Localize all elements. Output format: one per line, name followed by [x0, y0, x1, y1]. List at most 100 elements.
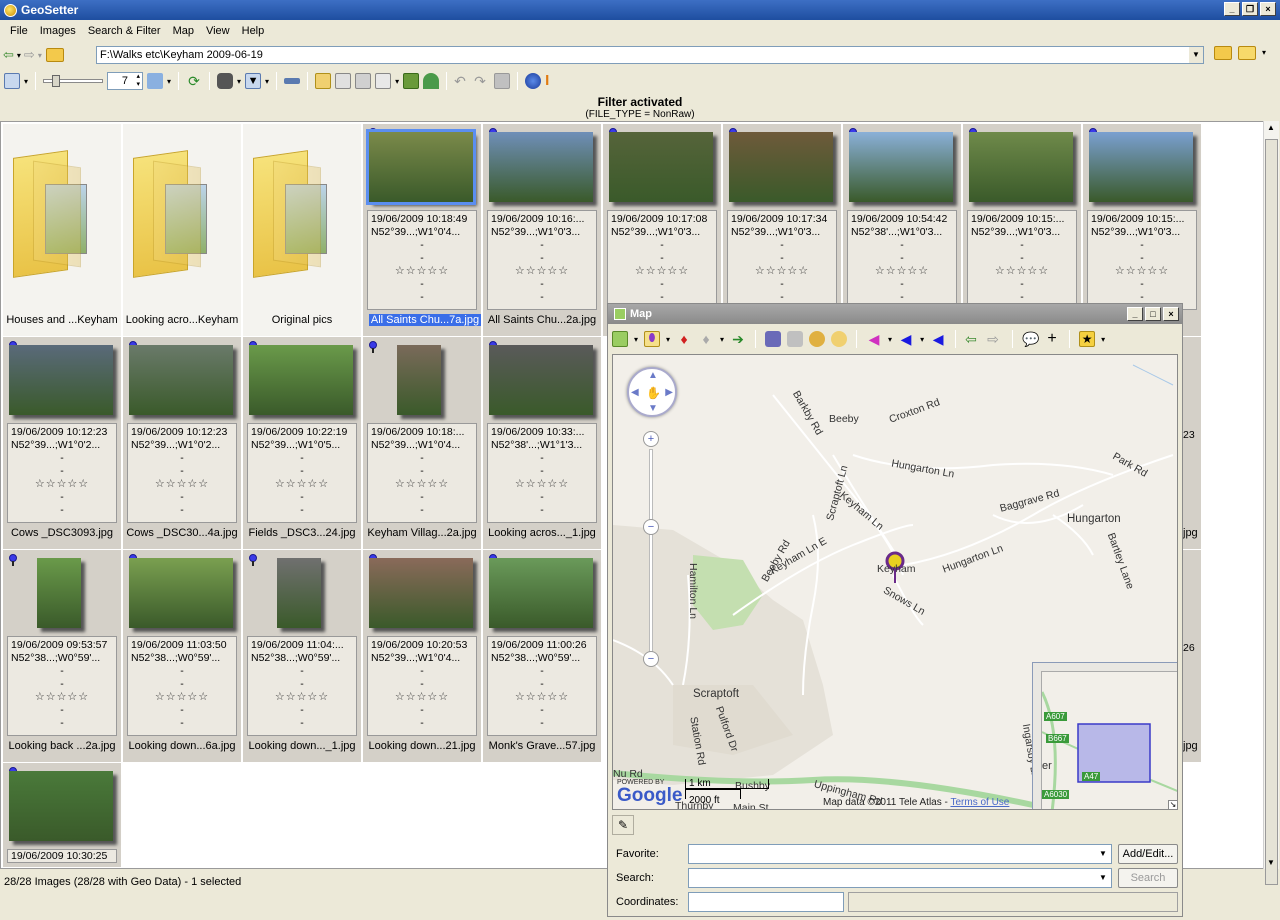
scrollbar-thumb[interactable]	[1265, 139, 1278, 885]
path-dropdown-icon[interactable]: ▼	[1189, 47, 1203, 63]
folder-thumbnail[interactable]: Houses and ...Keyham	[3, 124, 121, 336]
paste-icon[interactable]	[355, 73, 372, 89]
minimize-button[interactable]: _	[1224, 2, 1240, 16]
rating-stars[interactable]: ☆☆☆☆☆	[371, 478, 473, 491]
folder-favorite-icon[interactable]	[1238, 46, 1256, 60]
zoom-out-button[interactable]: −	[643, 651, 659, 667]
globe-icon[interactable]	[525, 73, 542, 89]
info-icon[interactable]: I	[545, 73, 561, 89]
minimap-canvas[interactable]: A607 B667 A47 A6030 er	[1041, 671, 1177, 809]
map-type-dropdown-icon[interactable]: ▾	[634, 335, 638, 344]
blue-flag-icon[interactable]: ◀	[898, 331, 914, 347]
folder-open-icon[interactable]	[1214, 46, 1232, 60]
favorite-star-icon[interactable]: ★	[1079, 331, 1096, 347]
menu-images[interactable]: Images	[34, 25, 82, 37]
forward-arrow-icon[interactable]: ⇨	[24, 47, 35, 63]
coordinates-input[interactable]	[688, 892, 844, 912]
thumbnail-size-slider[interactable]	[43, 75, 104, 87]
pin-arrow-icon[interactable]: ➔	[730, 331, 746, 347]
rating-stars[interactable]: ☆☆☆☆☆	[971, 265, 1073, 278]
paste-special-icon[interactable]	[375, 73, 392, 89]
image-thumbnail[interactable]: 19/06/2009 10:22:19 N52°39...;W1°0'5... - -…	[243, 337, 361, 549]
image-thumbnail[interactable]: 19/06/2009 10:16:... N52°39...;W1°0'3... -…	[483, 124, 601, 336]
rating-stars[interactable]: ☆☆☆☆☆	[131, 691, 233, 704]
slider-knob[interactable]	[52, 75, 61, 87]
speech-bubble-icon[interactable]: 💬	[1022, 331, 1039, 347]
search-button[interactable]: Search	[1118, 868, 1178, 888]
folder-up-icon[interactable]	[45, 48, 64, 62]
back-arrow-icon[interactable]: ⇦	[3, 47, 14, 63]
zoom-in-button[interactable]: +	[643, 431, 659, 447]
spin-icon[interactable]: ▴ ▾	[137, 73, 141, 89]
pan-up-icon[interactable]: ▲	[648, 370, 658, 381]
image-thumbnail[interactable]: 19/06/2009 11:03:50 N52°38...;W0°59'... - -…	[123, 550, 241, 762]
tree-icon[interactable]	[423, 73, 440, 89]
image-thumbnail[interactable]: 19/06/2009 10:18:... N52°39...;W1°0'4... -…	[363, 337, 481, 549]
zoom-track[interactable]	[649, 449, 653, 655]
rating-stars[interactable]: ☆☆☆☆☆	[251, 691, 353, 704]
rating-stars[interactable]: ☆☆☆☆☆	[371, 691, 473, 704]
pencil-edit-icon[interactable]: ✎	[612, 815, 634, 835]
search-dropdown-icon[interactable]: ▼	[1095, 869, 1111, 887]
favorite-select[interactable]: ▼	[688, 844, 1112, 864]
image-thumbnail[interactable]: 19/06/2009 10:20:53 N52°39...;W1°0'4... - -…	[363, 550, 481, 762]
rating-stars[interactable]: ☆☆☆☆☆	[851, 265, 953, 278]
path-input[interactable]: F:\Walks etc\Keyham 2009-06-19 ▼	[96, 46, 1204, 64]
map-maximize-button[interactable]: □	[1145, 307, 1161, 321]
rating-stars[interactable]: ☆☆☆☆☆	[371, 265, 473, 278]
undo-icon[interactable]: ↶	[454, 73, 470, 89]
track-icon[interactable]	[765, 331, 782, 347]
menu-search-filter[interactable]: Search & Filter	[82, 25, 167, 37]
edit-data-icon[interactable]	[315, 73, 332, 89]
folder-thumbnail[interactable]: Looking acro...Keyham	[123, 124, 241, 336]
filter-dropdown-icon[interactable]: ▾	[265, 77, 269, 86]
restore-button[interactable]: ❐	[1242, 2, 1258, 16]
image-thumbnail[interactable]: 19/06/2009 11:00:26 N52°38...;W0°59'... - -…	[483, 550, 601, 762]
add-edit-button[interactable]: Add/Edit...	[1118, 844, 1178, 864]
menu-file[interactable]: File	[4, 25, 34, 37]
map-close-button[interactable]: ×	[1163, 307, 1179, 321]
redo-icon[interactable]: ↷	[474, 73, 490, 89]
image-thumbnail[interactable]: 19/06/2009 10:30:25	[3, 763, 121, 867]
rating-stars[interactable]: ☆☆☆☆☆	[731, 265, 833, 278]
forward-dropdown-icon[interactable]: ▾	[38, 51, 42, 60]
marker-dropdown-icon[interactable]: ▾	[666, 335, 670, 344]
close-button[interactable]: ×	[1260, 2, 1276, 16]
folder-favorite-dropdown-icon[interactable]: ▾	[1262, 46, 1266, 60]
copy-icon[interactable]	[335, 73, 352, 89]
view-mode-dropdown-icon[interactable]: ▾	[24, 77, 28, 86]
minimap-resize-icon[interactable]: ↘	[1168, 800, 1177, 809]
rating-stars[interactable]: ☆☆☆☆☆	[491, 265, 593, 278]
rating-stars[interactable]: ☆☆☆☆☆	[1091, 265, 1193, 278]
zoom-handle[interactable]: −	[643, 519, 659, 535]
map-title-bar[interactable]: Map	[608, 304, 1182, 324]
blue-flag-dropdown-icon[interactable]: ▾	[920, 335, 924, 344]
image-thumbnail[interactable]: 19/06/2009 10:12:23 N52°39...;W1°0'2... - -…	[123, 337, 241, 549]
rating-stars[interactable]: ☆☆☆☆☆	[11, 691, 113, 704]
filter-icon[interactable]: ▼	[245, 73, 262, 89]
menu-map[interactable]: Map	[167, 25, 200, 37]
image-thumbnail[interactable]: 19/06/2009 10:12:23 N52°39...;W1°0'2... - -…	[3, 337, 121, 549]
image-thumbnail[interactable]: 19/06/2009 10:33:... N52°38'...;W1°1'3...…	[483, 337, 601, 549]
zoom-icon[interactable]	[831, 331, 848, 347]
rating-stars[interactable]: ☆☆☆☆☆	[131, 478, 233, 491]
sort-icon[interactable]	[147, 73, 164, 89]
favorite-dropdown-icon[interactable]: ▾	[1101, 335, 1105, 344]
crosshair-icon[interactable]: +	[1044, 331, 1060, 347]
rating-stars[interactable]: ☆☆☆☆☆	[491, 478, 593, 491]
grid-scrollbar[interactable]: ▲ ▼	[1263, 121, 1279, 885]
direction-dropdown-icon[interactable]: ▾	[888, 335, 892, 344]
menu-help[interactable]: Help	[236, 25, 271, 37]
direction-left-icon[interactable]: ◀	[866, 331, 882, 347]
pan-left-icon[interactable]: ◀	[631, 387, 639, 398]
pan-right-icon[interactable]: ▶	[665, 387, 673, 398]
marker-icon[interactable]: ⬮	[644, 331, 661, 347]
paste-dropdown-icon[interactable]: ▾	[395, 77, 399, 86]
panel-icon[interactable]	[284, 78, 301, 84]
rating-stars[interactable]: ☆☆☆☆☆	[251, 478, 353, 491]
pan-down-icon[interactable]: ▼	[648, 403, 658, 414]
flag-add-icon[interactable]: ◀	[930, 331, 946, 347]
back-dropdown-icon[interactable]: ▾	[17, 51, 21, 60]
grey-pin-dropdown-icon[interactable]: ▾	[720, 335, 724, 344]
terms-link[interactable]: Terms of Use	[950, 797, 1009, 808]
